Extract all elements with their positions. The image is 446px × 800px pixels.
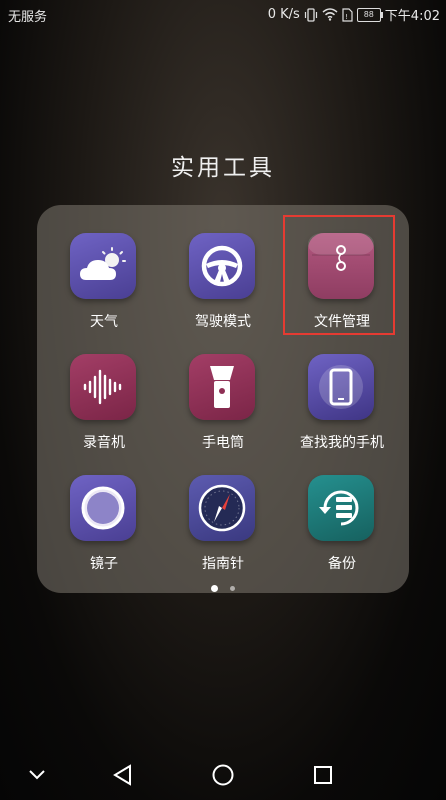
mirror-icon: [70, 475, 136, 541]
app-mirror[interactable]: 镜子: [49, 475, 159, 585]
status-bar: 无服务 0 K/s ! 88 下午4:02: [0, 0, 446, 28]
app-driving-mode[interactable]: 驾驶模式: [168, 233, 278, 343]
app-label: 镜子: [90, 556, 118, 572]
app-recorder[interactable]: 录音机: [49, 354, 159, 464]
vibrate-icon: [304, 7, 318, 22]
weather-icon: [70, 233, 136, 299]
app-label: 手电筒: [202, 435, 244, 451]
app-label: 天气: [90, 314, 118, 330]
app-compass[interactable]: 指南针: [168, 475, 278, 585]
flashlight-icon: [189, 354, 255, 420]
app-label: 驾驶模式: [195, 314, 251, 330]
steering-wheel-icon: [189, 233, 255, 299]
page-dot-active[interactable]: [211, 585, 219, 592]
svg-text:!: !: [345, 13, 348, 21]
wifi-icon: [322, 8, 338, 21]
net-speed: 0 K/s: [267, 7, 300, 22]
sim-icon: !: [342, 7, 353, 22]
status-icons: 0 K/s ! 88 下午4:02: [268, 5, 440, 24]
highlight-box: [283, 215, 395, 335]
app-backup[interactable]: 备份: [287, 475, 397, 585]
navigation-bar: [0, 748, 446, 800]
app-label: 备份: [328, 556, 356, 572]
collapse-icon[interactable]: [22, 760, 52, 790]
app-label: 录音机: [83, 435, 125, 451]
app-find-my-phone[interactable]: 查找我的手机: [287, 354, 397, 464]
backup-icon: [308, 475, 374, 541]
app-label: 查找我的手机: [300, 435, 384, 451]
back-icon[interactable]: [108, 760, 138, 790]
home-icon[interactable]: [208, 760, 238, 790]
carrier-label: 无服务: [8, 10, 48, 25]
folder-title[interactable]: 实用工具: [0, 148, 446, 182]
find-phone-icon: [308, 354, 374, 420]
recents-icon[interactable]: [308, 760, 338, 790]
battery-icon: 88: [356, 7, 383, 22]
app-label: 指南针: [202, 556, 244, 572]
sound-wave-icon: [70, 354, 136, 420]
app-weather[interactable]: 天气: [49, 233, 159, 343]
page-indicator: [37, 578, 409, 597]
compass-icon: [189, 475, 255, 541]
app-flashlight[interactable]: 手电筒: [168, 354, 278, 464]
page-dot[interactable]: [229, 586, 235, 591]
clock: 下午4:02: [384, 9, 440, 24]
